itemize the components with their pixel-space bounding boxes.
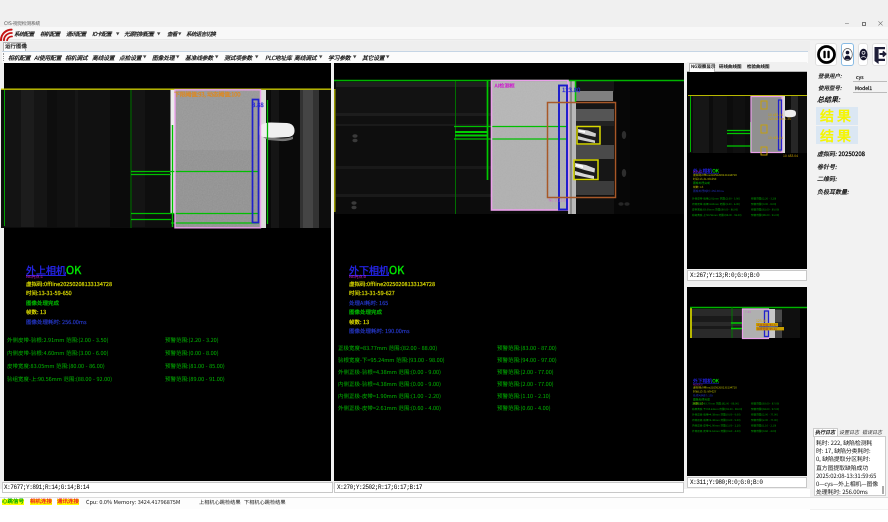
svg-text:外侧皮带-验根:2.91mm 范围:(2.00 - 3.50: 外侧皮带-验根:2.91mm 范围:(2.00 - 3.50) bbox=[692, 197, 740, 201]
svg-text:NL 9.13.6: NL 9.13.6 bbox=[549, 198, 567, 204]
svg-text:预警范围:(2.20 - 3.20): 预警范围:(2.20 - 3.20) bbox=[751, 197, 776, 201]
svg-text:预警范围:(89.00 - 91.00): 预警范围:(89.00 - 91.00) bbox=[751, 213, 779, 217]
svg-text:正极宽度=83.77mm 范围:(82.00 - 88.00: 正极宽度=83.77mm 范围:(82.00 - 88.00) bbox=[692, 402, 739, 406]
svg-text:外侧正极-验根=4.38mm 范围:(0.00 - 9.00: 外侧正极-验根=4.38mm 范围:(0.00 - 9.00) bbox=[692, 413, 741, 417]
svg-text:预警范围:(1.10 - 2.10): 预警范围:(1.10 - 2.10) bbox=[751, 424, 776, 428]
svg-text:3.88: 3.88 bbox=[252, 100, 264, 109]
svg-text:10 483.04: 10 483.04 bbox=[783, 153, 798, 158]
svg-text:AI检测框: AI检测框 bbox=[494, 83, 516, 90]
svg-text:123.80: 123.80 bbox=[562, 85, 581, 94]
svg-text:预警范围:(94.00 - 97.00): 预警范围:(94.00 - 97.00) bbox=[751, 407, 779, 411]
svg-text:外侧正极-皮带=2.61mm 范围:(0.60 - 4.00: 外侧正极-皮带=2.61mm 范围:(0.60 - 4.00) bbox=[692, 429, 741, 433]
svg-text:预警范围:(83.00 - 87.00): 预警范围:(83.00 - 87.00) bbox=[751, 402, 779, 406]
svg-text:内侧正极-验根=4.38mm 范围:(0.00 - 9.00: 内侧正极-验根=4.38mm 范围:(0.00 - 9.00) bbox=[692, 418, 741, 422]
svg-text:预警范围:(0.00 - 8.00): 预警范围:(0.00 - 8.00) bbox=[751, 202, 776, 206]
svg-text:验组宽度-上:90.56mm 范围:(88.00 - 92.: 验组宽度-上:90.56mm 范围:(88.00 - 92.00) bbox=[692, 213, 742, 217]
svg-text:皮带宽度:83.05mm 范围:(80.00 - 86.00: 皮带宽度:83.05mm 范围:(80.00 - 86.00) bbox=[692, 208, 738, 212]
svg-text:7.34: 7.34 bbox=[745, 310, 751, 314]
svg-text:预警范围:(0.60 - 4.00): 预警范围:(0.60 - 4.00) bbox=[751, 429, 776, 433]
svg-text:验根宽度-下=95.24mm 范围:(93.00 - 98.: 验根宽度-下=95.24mm 范围:(93.00 - 98.00) bbox=[692, 407, 742, 411]
svg-text:123.48 4m1.35: 123.48 4m1.35 bbox=[768, 116, 791, 121]
svg-text:内侧皮带-验根:4.60mm 范围:(3.00 - 6.00: 内侧皮带-验根:4.60mm 范围:(3.00 - 6.00) bbox=[692, 202, 740, 206]
svg-text:10 483.04: 10 483.04 bbox=[768, 135, 783, 140]
svg-text:预警范围:(2.00 - 77.00): 预警范围:(2.00 - 77.00) bbox=[751, 418, 778, 422]
svg-text:内侧正极-皮带=1.90mm 范围:(1.00 - 2.20: 内侧正极-皮带=1.90mm 范围:(1.00 - 2.20) bbox=[692, 424, 741, 428]
svg-text:验根宽度=95.24: 验根宽度=95.24 bbox=[757, 327, 777, 331]
svg-text:预警范围:(81.00 - 85.00): 预警范围:(81.00 - 85.00) bbox=[751, 208, 779, 212]
svg-text:预警范围:(2.00 - 77.00): 预警范围:(2.00 - 77.00) bbox=[751, 413, 778, 417]
svg-text:图像处理耗时: 256.00ms: 图像处理耗时: 256.00ms bbox=[693, 189, 724, 193]
svg-text:下限阈值:93, 动态阈值:100: 下限阈值:93, 动态阈值:100 bbox=[174, 90, 241, 99]
